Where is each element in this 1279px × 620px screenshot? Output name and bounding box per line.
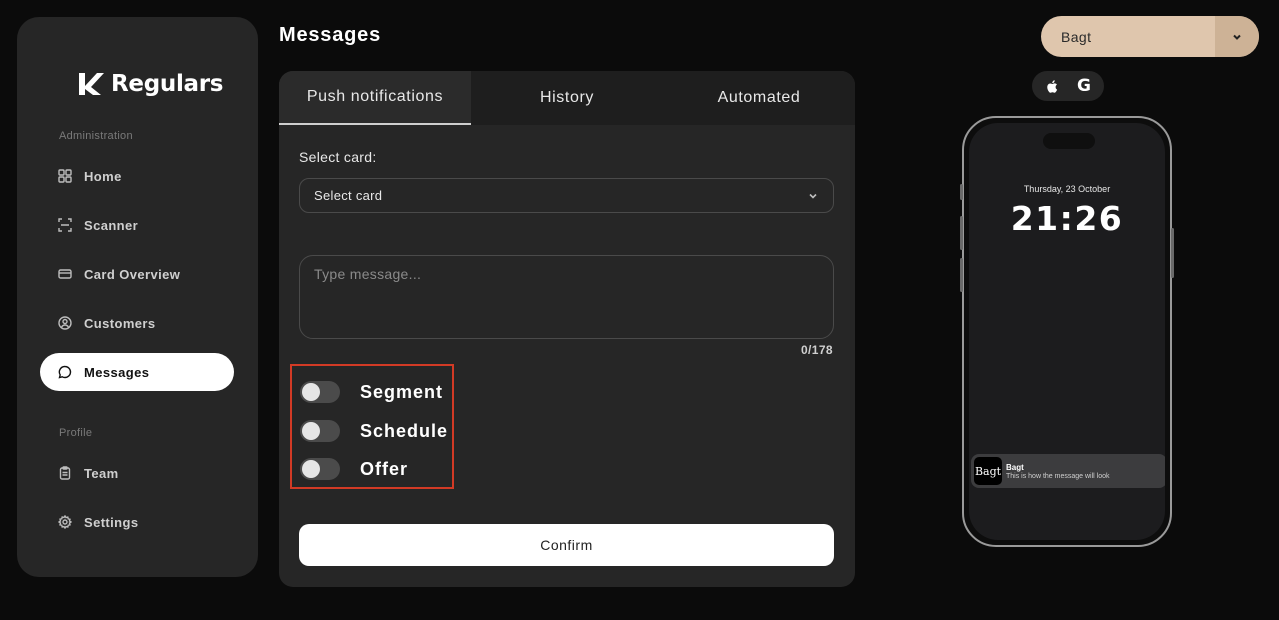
sidebar-item-label: Customers — [84, 315, 156, 331]
sidebar-item-team[interactable]: Team — [40, 454, 234, 492]
app-logo[interactable]: Regulars — [77, 70, 223, 98]
sidebar-item-label: Card Overview — [84, 266, 181, 282]
phone-side-button — [1171, 228, 1174, 278]
select-card-dropdown[interactable]: Select card — [299, 178, 834, 213]
phone-side-button — [960, 258, 963, 292]
phone-notch — [1043, 133, 1095, 149]
notification-logo: Bagt — [974, 457, 1002, 485]
regulars-logo-icon — [79, 73, 104, 95]
scan-icon — [58, 218, 72, 232]
sidebar: Regulars Administration Home Scanner Car… — [17, 17, 258, 577]
toggle-knob — [302, 460, 320, 478]
card-icon — [58, 269, 72, 279]
brand-selector-caret[interactable] — [1215, 16, 1259, 57]
apple-platform-button[interactable] — [1038, 74, 1066, 98]
chat-bubble-icon — [58, 365, 72, 379]
sidebar-item-label: Settings — [84, 514, 139, 530]
chevron-down-icon — [1233, 34, 1241, 40]
sidebar-item-home[interactable]: Home — [40, 157, 234, 195]
sidebar-item-label: Messages — [84, 364, 150, 380]
offer-toggle-label: Offer — [360, 458, 409, 479]
section-label-profile: Profile — [59, 427, 93, 439]
phone-preview: Thursday, 23 October 21:26 Bagt Bagt Thi… — [960, 116, 1174, 547]
segment-toggle-row: Segment — [300, 381, 443, 403]
apple-icon — [1046, 79, 1057, 93]
schedule-toggle[interactable] — [300, 420, 340, 442]
notification-body: This is how the message will look — [1006, 472, 1110, 480]
brand-selector[interactable]: Bagt — [1041, 16, 1259, 57]
tab-push-notifications[interactable]: Push notifications — [279, 71, 471, 125]
sidebar-item-card-overview[interactable]: Card Overview — [40, 255, 234, 293]
schedule-toggle-label: Schedule — [360, 420, 449, 441]
user-circle-icon — [58, 316, 72, 330]
logo-text: Regulars — [111, 71, 224, 97]
notification-text: Bagt This is how the message will look — [1006, 463, 1110, 480]
char-counter: 0/178 — [800, 343, 833, 357]
gear-icon — [58, 515, 72, 529]
toggle-knob — [302, 383, 320, 401]
section-label-administration: Administration — [59, 130, 133, 142]
segment-toggle-label: Segment — [360, 381, 444, 402]
tab-automated[interactable]: Automated — [663, 71, 855, 125]
message-input[interactable] — [299, 255, 834, 339]
offer-toggle[interactable] — [300, 458, 340, 480]
select-card-label: Select card: — [299, 149, 377, 165]
sidebar-item-messages[interactable]: Messages — [40, 353, 234, 391]
schedule-toggle-row: Schedule — [300, 420, 448, 442]
sidebar-item-label: Scanner — [84, 217, 139, 233]
options-toggle-group: Segment Schedule Offer — [290, 364, 454, 489]
phone-side-button — [960, 184, 963, 200]
google-platform-button[interactable]: G — [1070, 74, 1098, 98]
sidebar-item-scanner[interactable]: Scanner — [40, 206, 234, 244]
lock-screen-date: Thursday, 23 October — [1023, 184, 1111, 194]
brand-selector-value: Bagt — [1061, 28, 1092, 45]
phone-screen: Thursday, 23 October 21:26 Bagt Bagt Thi… — [969, 123, 1165, 540]
tab-bar: Push notifications History Automated — [279, 71, 855, 125]
notification-title: Bagt — [1006, 462, 1024, 472]
sidebar-item-label: Home — [84, 168, 122, 184]
sidebar-item-settings[interactable]: Settings — [40, 503, 234, 541]
lock-screen-time: 21:26 — [1010, 199, 1124, 238]
sidebar-item-customers[interactable]: Customers — [40, 304, 234, 342]
grid-icon — [58, 169, 72, 183]
google-icon: G — [1077, 76, 1091, 96]
select-card-value: Select card — [314, 188, 383, 203]
phone-side-button — [960, 216, 963, 250]
offer-toggle-row: Offer — [300, 458, 408, 480]
sidebar-item-label: Team — [84, 465, 119, 481]
chevron-down-icon — [809, 193, 817, 199]
confirm-button[interactable]: Confirm — [299, 524, 834, 566]
toggle-knob — [302, 422, 320, 440]
messages-panel: Push notifications History Automated Sel… — [279, 71, 855, 587]
segment-toggle[interactable] — [300, 381, 340, 403]
page-title: Messages — [279, 24, 382, 46]
tab-history[interactable]: History — [471, 71, 663, 125]
notification-preview: Bagt Bagt This is how the message will l… — [971, 454, 1165, 488]
clipboard-icon — [59, 466, 71, 480]
platform-toggle: G — [1032, 71, 1104, 101]
